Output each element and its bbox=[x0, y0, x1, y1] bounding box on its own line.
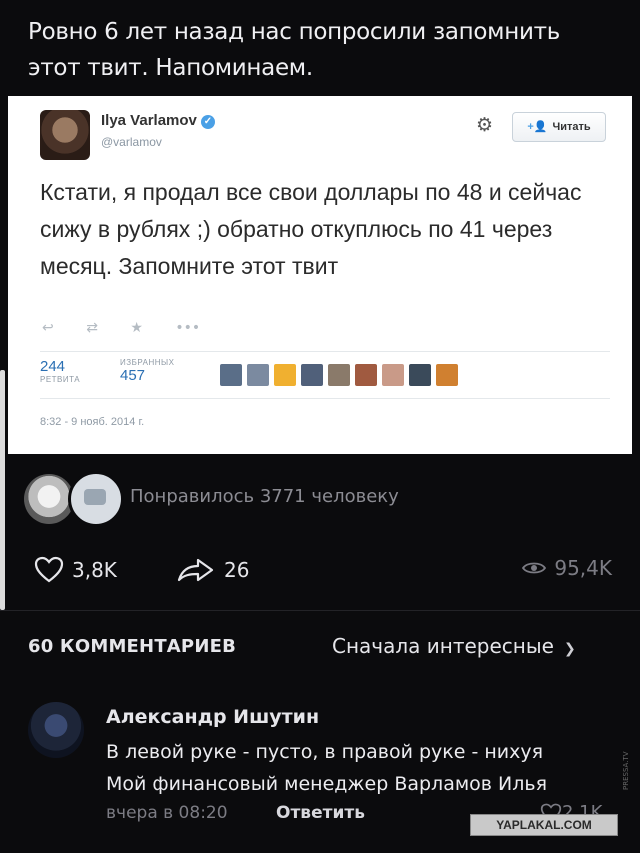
tweet-body: Кстати, я продал все свои доллары по 48 … bbox=[40, 179, 582, 279]
views-count: 95,4K bbox=[554, 556, 612, 580]
post-actions-bar: 3,8K 26 95,4K bbox=[34, 556, 624, 590]
tweet-divider bbox=[40, 351, 610, 352]
post-text: Ровно 6 лет назад нас попросили запомнит… bbox=[28, 19, 560, 81]
liker-avatar[interactable] bbox=[24, 474, 74, 524]
follow-user-icon: +👤 bbox=[527, 121, 548, 133]
reply-icon: ↩ bbox=[42, 320, 54, 336]
comment-text-line: В левой руке - пусто, в правой руке - ни… bbox=[106, 741, 544, 763]
tweet-author-name-text: Ilya Varlamov bbox=[101, 112, 197, 129]
side-watermark: PRESSA.TV bbox=[622, 751, 630, 790]
views-counter: 95,4K bbox=[522, 556, 612, 580]
retweet-label: РЕТВИТА bbox=[40, 375, 81, 384]
sort-dropdown[interactable]: Сначала интересные ❯ bbox=[332, 634, 576, 658]
favoriter-avatar bbox=[328, 364, 350, 386]
share-arrow-icon bbox=[177, 558, 214, 582]
comment-author-name[interactable]: Александр Ишутин bbox=[106, 706, 319, 728]
favoriter-avatar bbox=[355, 364, 377, 386]
favorite-stat: ИЗБРАННЫХ 457 bbox=[120, 358, 174, 384]
comment-text: В левой руке - пусто, в правой руке - ни… bbox=[106, 736, 626, 800]
chevron-down-icon: ❯ bbox=[563, 641, 576, 657]
favorited-by-avatars bbox=[220, 364, 463, 390]
comment-time: вчера в 08:20 bbox=[106, 803, 228, 823]
favorite-label: ИЗБРАННЫХ bbox=[120, 358, 175, 367]
comment-author-avatar[interactable] bbox=[28, 702, 84, 758]
retweet-count: 244 bbox=[40, 358, 66, 375]
retweet-stat: 244 РЕТВИТА bbox=[40, 358, 80, 384]
gear-icon: ⚙ bbox=[476, 114, 494, 136]
favoriter-avatar bbox=[274, 364, 296, 386]
tweet-divider bbox=[40, 398, 610, 399]
embedded-tweet-image[interactable]: Ilya Varlamov ✓ @varlamov ⚙ +👤 Читать Кста… bbox=[8, 96, 632, 454]
favoriter-avatar bbox=[220, 364, 242, 386]
camera-icon[interactable] bbox=[68, 471, 124, 527]
likes-count: 3,8K bbox=[72, 558, 117, 582]
tweet-author-avatar bbox=[40, 110, 90, 160]
favoriter-avatar bbox=[382, 364, 404, 386]
favorite-star-icon: ★ bbox=[130, 320, 143, 336]
scrollbar[interactable] bbox=[0, 370, 5, 610]
favoriter-avatar bbox=[436, 364, 458, 386]
favorite-count: 457 bbox=[120, 367, 146, 384]
likes-summary[interactable]: Понравилось 3771 человеку bbox=[130, 486, 399, 507]
reply-button[interactable]: Ответить bbox=[276, 803, 365, 823]
tweet-author-handle: @varlamov bbox=[101, 135, 162, 149]
eye-icon bbox=[522, 562, 547, 574]
share-button[interactable]: 26 bbox=[176, 556, 249, 584]
retweet-icon: ⇄ bbox=[86, 320, 98, 336]
site-watermark: YAPLAKAL.COM bbox=[470, 814, 618, 836]
shares-count: 26 bbox=[224, 558, 250, 582]
more-icon: ••• bbox=[175, 320, 201, 336]
favoriter-avatar bbox=[247, 364, 269, 386]
section-divider bbox=[0, 610, 640, 611]
follow-button: +👤 Читать bbox=[512, 112, 606, 142]
tweet-author-name: Ilya Varlamov ✓ bbox=[101, 112, 215, 129]
comment-text-line: Мой финансовый менеджер Варламов Илья bbox=[106, 773, 548, 795]
follow-label: Читать bbox=[552, 121, 591, 133]
verified-badge-icon: ✓ bbox=[200, 115, 215, 129]
heart-icon bbox=[34, 556, 64, 583]
comments-count: 60 КОММЕНТАРИЕВ bbox=[28, 636, 236, 657]
favoriter-avatar bbox=[301, 364, 323, 386]
favoriter-avatar bbox=[409, 364, 431, 386]
tweet-actions: ↩ ⇄ ★ ••• bbox=[42, 320, 228, 336]
like-button[interactable]: 3,8K bbox=[34, 556, 117, 584]
tweet-date: 8:32 - 9 нояб. 2014 г. bbox=[40, 416, 145, 428]
sort-label: Сначала интересные bbox=[332, 634, 554, 658]
